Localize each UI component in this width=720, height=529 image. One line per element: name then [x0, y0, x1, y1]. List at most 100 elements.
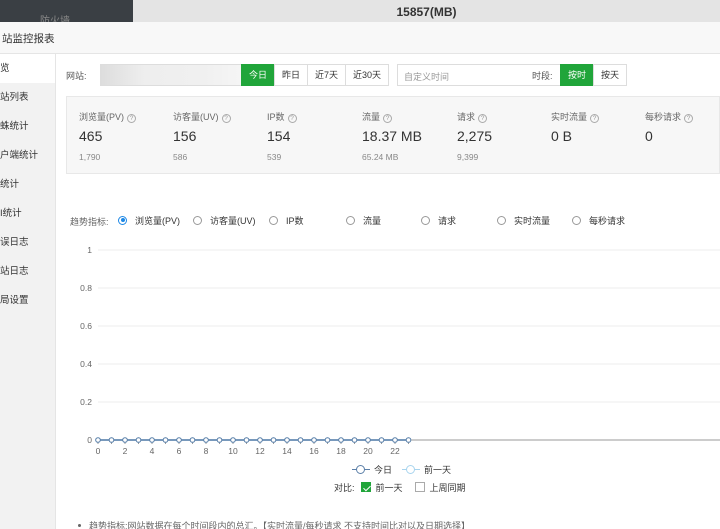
stat-ip: IP数? 154 539 — [267, 97, 359, 175]
stat-value: 154 — [267, 128, 291, 144]
date-range-group: 今日 昨日 近7天 近30天 — [241, 64, 390, 86]
sidebar-item-spider-stats[interactable]: 蛛统计 — [0, 112, 55, 141]
help-icon[interactable]: ? — [590, 114, 600, 123]
legend-previous-day[interactable]: 前一天 — [402, 463, 451, 476]
help-icon[interactable]: ? — [127, 114, 137, 123]
sidebar-item-stats[interactable]: 统计 — [0, 170, 55, 199]
y-tick-label: 0 — [87, 435, 92, 445]
stat-label: IP数? — [267, 110, 297, 123]
radio-icon — [346, 215, 355, 225]
x-tick-label: 10 — [228, 446, 238, 456]
stat-value: 0 — [645, 128, 653, 144]
data-point[interactable] — [135, 437, 142, 443]
metric-radio-traffic[interactable]: 流量 — [346, 213, 381, 227]
compare-title: 对比: — [334, 482, 355, 493]
compare-last-week-checkbox[interactable]: 上周同期 — [414, 481, 466, 494]
sidebar-item-i-stats[interactable]: I统计 — [0, 199, 55, 228]
range-30days-button[interactable]: 近30天 — [345, 64, 390, 86]
radio-icon — [118, 215, 127, 225]
data-point[interactable] — [122, 437, 128, 443]
metric-radio-requests-per-second[interactable]: 每秒请求 — [572, 213, 625, 227]
radio-icon — [269, 215, 278, 225]
data-point[interactable] — [351, 437, 358, 443]
metric-radio-ip[interactable]: IP数 — [269, 213, 304, 227]
x-tick-label: 22 — [390, 446, 400, 456]
sidebar-item-site-list[interactable]: 站列表 — [0, 83, 55, 112]
help-icon[interactable]: ? — [287, 114, 297, 123]
legend-today[interactable]: 今日 — [352, 463, 392, 476]
y-tick-label: 0.2 — [80, 397, 92, 407]
stat-total: 65.24 MB — [362, 152, 399, 162]
data-point[interactable] — [203, 437, 209, 443]
radio-icon — [497, 215, 506, 225]
data-point[interactable] — [324, 437, 331, 443]
stat-label: 访客量(UV)? — [173, 110, 231, 123]
data-point[interactable] — [243, 437, 250, 443]
x-tick-label: 4 — [150, 446, 155, 456]
x-tick-label: 0 — [96, 446, 101, 456]
sidebar-item-client-stats[interactable]: 户端统计 — [0, 141, 55, 170]
metric-radio-uv[interactable]: 访客量(UV) — [193, 213, 256, 227]
stat-label: 请求? — [457, 110, 488, 123]
period-hour-button[interactable]: 按时 — [560, 64, 595, 86]
sidebar-item-site-log[interactable]: 站日志 — [0, 257, 55, 286]
period-group: 按时 按天 — [560, 64, 628, 86]
data-point[interactable] — [365, 437, 371, 443]
period-day-button[interactable]: 按天 — [593, 64, 628, 86]
radio-icon — [193, 215, 202, 225]
x-tick-label: 16 — [309, 446, 319, 456]
data-point[interactable] — [378, 437, 385, 443]
site-label: 网站: — [66, 71, 87, 81]
data-point[interactable] — [311, 437, 317, 443]
x-tick-label: 8 — [204, 446, 209, 456]
data-point[interactable] — [108, 437, 115, 443]
help-icon[interactable]: ? — [383, 114, 393, 123]
metric-radio-pv[interactable]: 浏览量(PV) — [118, 213, 180, 227]
stat-total: 539 — [267, 152, 282, 162]
data-point[interactable] — [284, 437, 290, 443]
x-tick-label: 20 — [363, 446, 373, 456]
overview-content: 网站: 今日 昨日 近7天 近30天 自定义时间 ⌄ 时段: 按时 按天 浏览量… — [56, 54, 720, 529]
trend-metrics: 趋势指标: 浏览量(PV) 访客量(UV) IP数 流量 请求 实时流量 每秒请求 — [70, 213, 720, 227]
background-header-value: 15857(MB) — [133, 0, 720, 22]
data-point[interactable] — [257, 437, 263, 443]
help-icon[interactable]: ? — [684, 114, 694, 123]
help-icon[interactable]: ? — [478, 114, 488, 123]
site-select[interactable] — [100, 64, 248, 86]
stat-total: 9,399 — [457, 152, 479, 162]
data-point[interactable] — [270, 437, 277, 443]
data-point[interactable] — [189, 437, 196, 443]
sidebar-item-error-log[interactable]: 误日志 — [0, 228, 55, 257]
data-point[interactable] — [230, 437, 236, 443]
period-label: 时段: — [532, 71, 553, 81]
compare-previous-day-checkbox[interactable]: 前一天 — [360, 481, 403, 494]
bullet-icon — [78, 524, 81, 527]
chart-legend: 今日 前一天 — [352, 463, 461, 475]
sidebar-item-overview[interactable]: 览 — [0, 54, 55, 83]
radio-icon — [421, 215, 430, 225]
help-icon[interactable]: ? — [221, 114, 231, 123]
range-7days-button[interactable]: 近7天 — [307, 64, 347, 86]
trend-metrics-title: 趋势指标: — [70, 217, 109, 227]
dialog-title: 站监控报表 — [0, 22, 720, 54]
data-point[interactable] — [149, 437, 155, 443]
data-point[interactable] — [162, 437, 169, 443]
data-point[interactable] — [392, 437, 398, 443]
stat-requests: 请求? 2,275 9,399 — [457, 97, 549, 175]
compare-options: 对比: 前一天 上周同期 — [334, 481, 478, 493]
sidebar-item-global-settings[interactable]: 局设置 — [0, 286, 55, 315]
stat-value: 0 B — [551, 128, 573, 144]
x-tick-label: 2 — [123, 446, 128, 456]
data-point[interactable] — [95, 437, 101, 443]
range-yesterday-button[interactable]: 昨日 — [274, 64, 309, 86]
metric-radio-realtime-traffic[interactable]: 实时流量 — [497, 213, 550, 227]
data-point[interactable] — [338, 437, 344, 443]
data-point[interactable] — [216, 437, 223, 443]
range-today-button[interactable]: 今日 — [241, 64, 276, 86]
data-point[interactable] — [405, 437, 412, 443]
metric-radio-requests[interactable]: 请求 — [421, 213, 456, 227]
stat-value: 18.37 MB — [362, 128, 422, 144]
data-point[interactable] — [297, 437, 304, 443]
stat-value: 156 — [173, 128, 197, 144]
data-point[interactable] — [176, 437, 182, 443]
